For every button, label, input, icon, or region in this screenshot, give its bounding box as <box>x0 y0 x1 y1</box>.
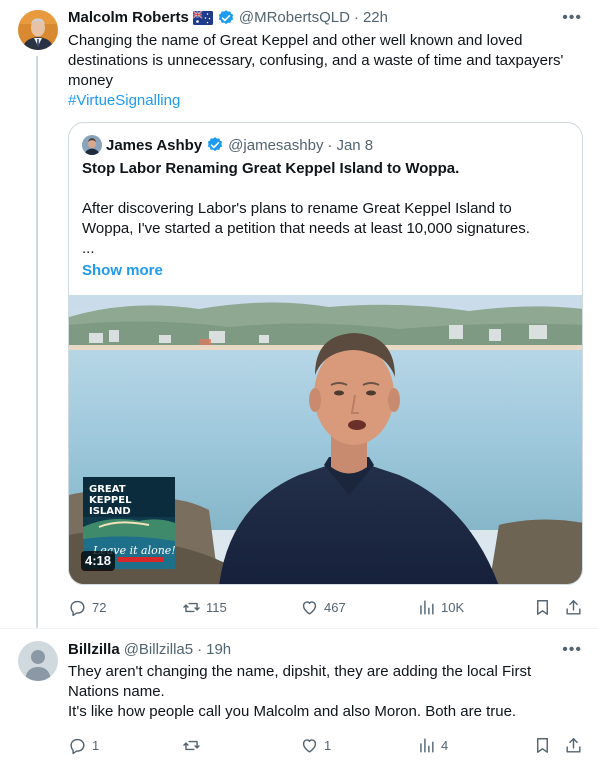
tweet-text-line: It's like how people call you Malcolm an… <box>68 703 517 720</box>
share-button[interactable] <box>564 597 583 617</box>
bookmark-button[interactable] <box>533 735 552 755</box>
author-handle[interactable]: @Billzilla5 <box>124 640 193 660</box>
tweet-malcolm-roberts[interactable]: Malcolm Roberts @MRobertsQLD · 22h ••• C… <box>0 0 598 628</box>
views-button[interactable]: 4 <box>417 735 448 755</box>
tweet-text-line: money <box>68 72 114 89</box>
tweet-actions-bar: 1 1 4 <box>68 735 583 755</box>
more-options-icon[interactable]: ••• <box>562 8 582 28</box>
thumb-title-line: KEPPEL <box>89 495 132 506</box>
views-count: 10K <box>441 599 465 615</box>
quoted-author-handle: @jamesashby <box>228 136 324 154</box>
video-duration-badge: 4:18 <box>81 551 116 571</box>
share-icon <box>564 736 583 755</box>
more-options-icon[interactable]: ••• <box>562 640 582 660</box>
tweet-header: Billzilla @Billzilla5 · 19h <box>68 640 231 660</box>
timestamp[interactable]: 22h <box>363 8 388 28</box>
views-icon <box>417 736 436 755</box>
quoted-text-ellipsis: ... <box>82 240 95 257</box>
views-button[interactable]: 10K <box>417 597 464 617</box>
thumbnail-red-banner <box>118 557 163 562</box>
thumb-title-line: GREAT <box>89 484 126 495</box>
tweet-text: They aren't changing the name, dipshit, … <box>68 662 583 722</box>
repost-count: 115 <box>206 599 227 615</box>
reply-count: 1 <box>92 737 100 753</box>
tweet-text-line: Nations name. <box>68 683 165 700</box>
separator-dot: · <box>197 641 203 658</box>
views-count: 4 <box>441 737 449 753</box>
reply-icon <box>68 598 87 617</box>
quoted-author-name[interactable]: James Ashby <box>106 137 202 154</box>
show-more-link[interactable]: Show more <box>82 261 163 281</box>
share-button[interactable] <box>564 735 583 755</box>
quoted-timestamp: Jan 8 <box>336 136 374 154</box>
quoted-tweet-text: After discovering Labor's plans to renam… <box>82 199 572 259</box>
reply-count: 72 <box>92 599 107 615</box>
like-count: 467 <box>324 599 346 615</box>
repost-icon <box>182 736 201 755</box>
like-button[interactable]: 467 <box>300 597 346 617</box>
thumb-title-line: ISLAND <box>89 506 131 517</box>
video-player[interactable]: GREAT KEPPEL ISLAND Leave it alone! 4:18 <box>69 295 582 584</box>
tweet-text-line: Changing the name of Great Keppel and ot… <box>68 32 523 49</box>
video-thumbnail-title: GREAT KEPPEL ISLAND <box>89 484 169 517</box>
reply-icon <box>68 736 87 755</box>
tweet-actions-bar: 72 115 467 10K <box>68 597 583 617</box>
tweet-billzilla[interactable]: Billzilla @Billzilla5 · 19h ••• They are… <box>0 628 598 760</box>
reply-button[interactable]: 72 <box>68 597 106 617</box>
avatar-james-ashby[interactable] <box>82 135 102 155</box>
tweet-header: Malcolm Roberts @MRobertsQLD · 22h <box>68 8 388 28</box>
author-name[interactable]: Billzilla <box>68 640 120 660</box>
verified-badge-icon <box>217 9 235 27</box>
thread-connector-line <box>36 56 38 628</box>
video-frame <box>69 295 582 584</box>
bookmark-icon <box>533 736 552 755</box>
share-icon <box>564 598 583 617</box>
quoted-tweet-header: James Ashby @jamesashby · Jan 8 <box>82 135 373 155</box>
avatar-malcolm-roberts[interactable] <box>18 10 58 50</box>
repost-button[interactable]: 115 <box>182 597 227 617</box>
quoted-text-line: Woppa, I've started a petition that need… <box>82 220 530 237</box>
repost-button[interactable] <box>182 735 206 755</box>
separator-dot: · <box>327 136 333 154</box>
bookmark-button[interactable] <box>533 597 552 617</box>
default-avatar-icon[interactable] <box>18 641 58 681</box>
repost-icon <box>182 598 201 617</box>
bookmark-icon <box>533 598 552 617</box>
tweet-text: Changing the name of Great Keppel and ot… <box>68 31 583 111</box>
hashtag-link[interactable]: #VirtueSignalling <box>68 91 583 111</box>
quoted-tweet-title: Stop Labor Renaming Great Keppel Island … <box>82 160 460 177</box>
quoted-tweet-card[interactable]: James Ashby @jamesashby · Jan 8 Stop Lab… <box>68 122 583 585</box>
timestamp[interactable]: 19h <box>206 640 231 660</box>
tweet-text-line: They aren't changing the name, dipshit, … <box>68 663 532 680</box>
like-icon <box>300 736 319 755</box>
quoted-text-line: After discovering Labor's plans to renam… <box>82 200 512 217</box>
views-icon <box>417 598 436 617</box>
like-button[interactable]: 1 <box>300 735 331 755</box>
author-handle[interactable]: @MRobertsQLD <box>239 8 350 28</box>
separator-dot: · <box>353 9 359 26</box>
reply-button[interactable]: 1 <box>68 735 99 755</box>
like-count: 1 <box>324 737 332 753</box>
verified-badge-icon <box>206 136 224 154</box>
australia-flag-icon <box>192 11 213 25</box>
tweet-text-line: destinations is unnecessary, confusing, … <box>68 52 564 69</box>
author-name[interactable]: Malcolm Roberts <box>68 8 189 28</box>
like-icon <box>300 598 319 617</box>
